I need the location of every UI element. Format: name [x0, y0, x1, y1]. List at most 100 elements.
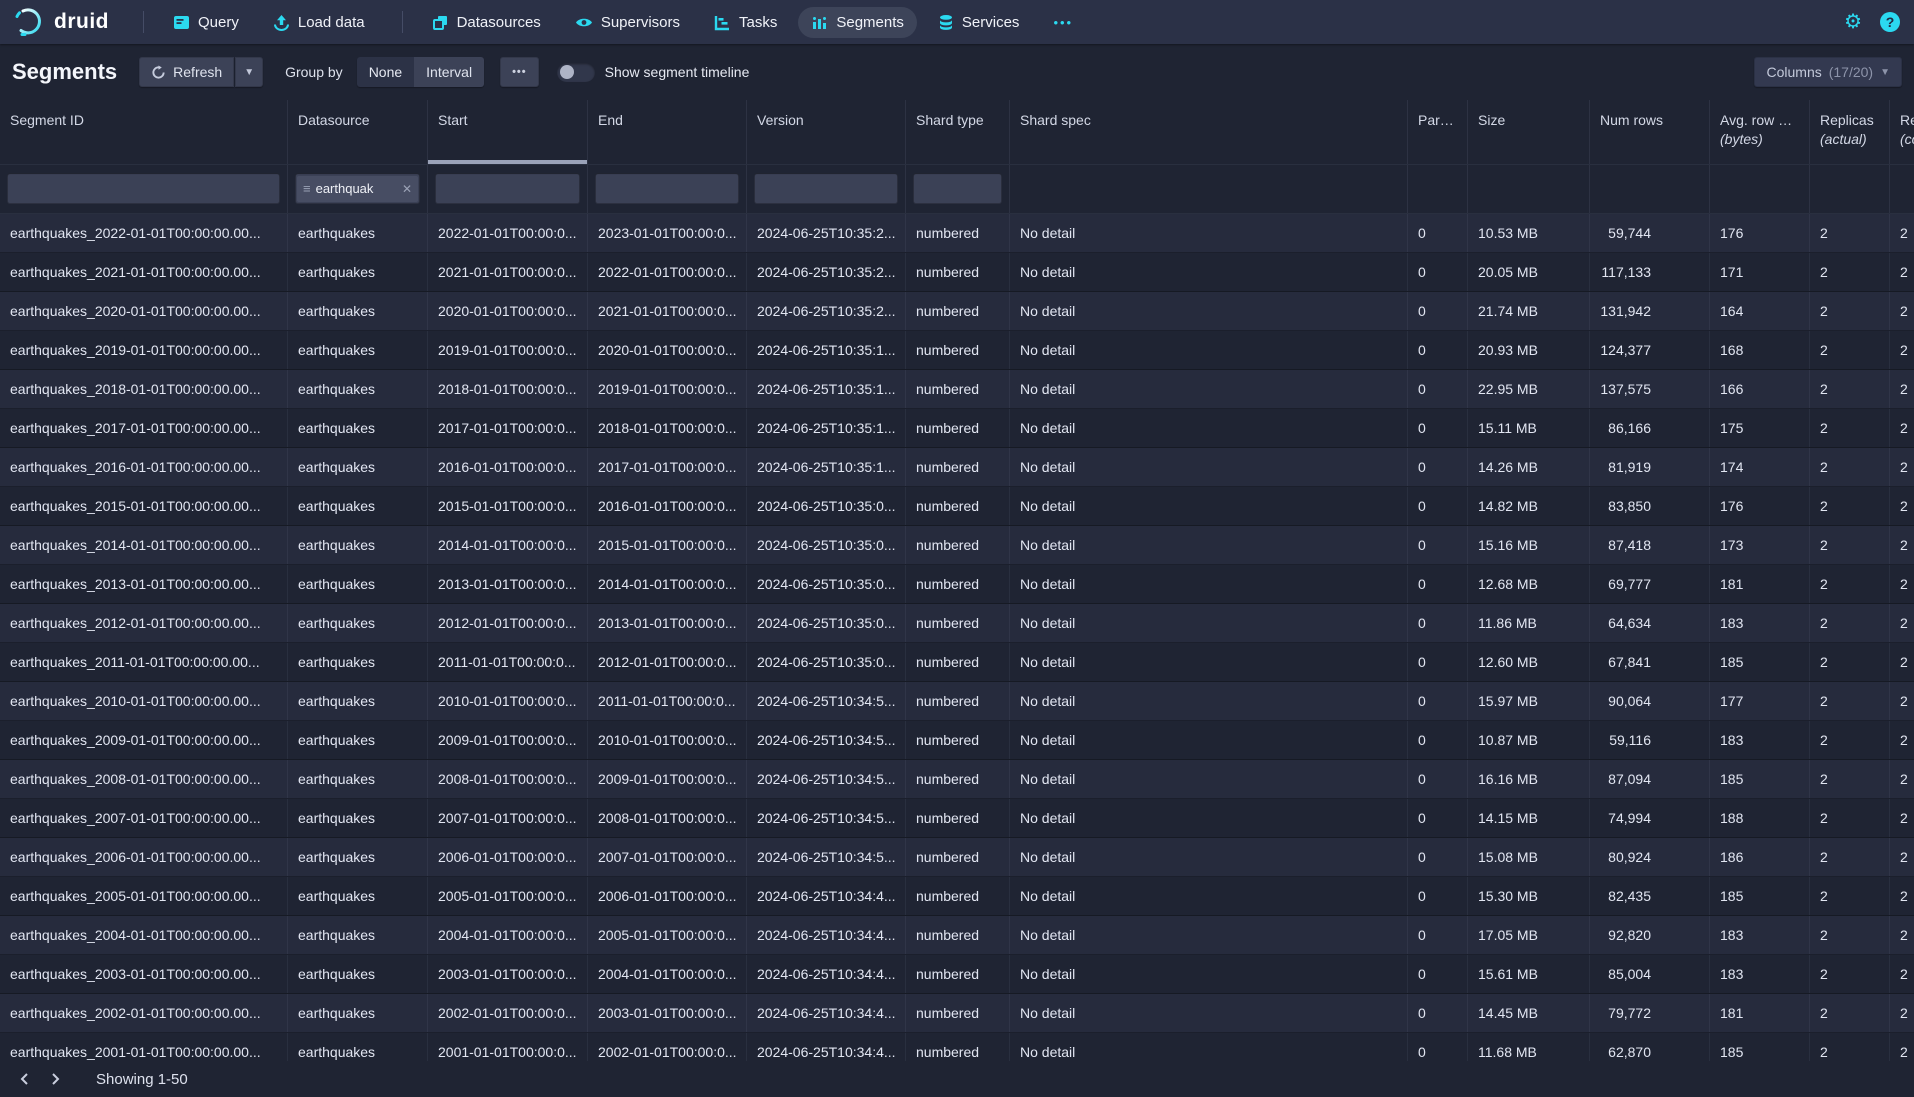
nav-item-services[interactable]: Services — [925, 7, 1033, 38]
cell-partition: 0 — [1408, 760, 1468, 798]
cell-partition: 0 — [1408, 526, 1468, 564]
filter-start-input[interactable] — [435, 173, 580, 204]
help-icon[interactable]: ? — [1880, 12, 1900, 32]
showing-count: Showing 1-50 — [96, 1071, 188, 1088]
nav-item-load-data[interactable]: Load data — [260, 7, 378, 38]
cell-datasource: earthquakes — [288, 799, 428, 837]
pagination-bar: Showing 1-50 — [0, 1061, 1914, 1097]
cell-avg-row-size: 173 — [1710, 526, 1810, 564]
more-actions-button[interactable]: ••• — [500, 57, 539, 87]
cell-replication-factor: 2 — [1890, 838, 1914, 876]
column-header-replicas[interactable]: Replicas(actual) — [1810, 100, 1890, 164]
filter-end-input[interactable] — [595, 173, 739, 204]
table-row: earthquakes_2017-01-01T00:00:00.00...ear… — [0, 409, 1914, 448]
nav-item-tasks[interactable]: Tasks — [701, 7, 790, 38]
next-page-button[interactable] — [40, 1064, 70, 1094]
cell-avg-row-size: 168 — [1710, 331, 1810, 369]
filter-segment-id-input[interactable] — [7, 173, 280, 204]
cell-datasource: earthquakes — [288, 838, 428, 876]
cell-start: 2006-01-01T00:00:0... — [428, 838, 588, 876]
cell-size: 14.26 MB — [1468, 448, 1590, 486]
nav-item-label: Tasks — [739, 14, 777, 31]
column-header-num-rows[interactable]: Num rows — [1590, 100, 1710, 164]
cell-start: 2017-01-01T00:00:0... — [428, 409, 588, 447]
cell-shard-spec: No detail — [1010, 877, 1408, 915]
column-header-shard-spec[interactable]: Shard spec — [1010, 100, 1408, 164]
group-by-none-button[interactable]: None — [357, 57, 414, 87]
cell-avg-row-size: 164 — [1710, 292, 1810, 330]
cell-replication-factor: 2 — [1890, 292, 1914, 330]
close-icon[interactable]: ✕ — [402, 182, 412, 196]
columns-button[interactable]: Columns (17/20) ▼ — [1754, 57, 1902, 87]
column-header-end[interactable]: End — [588, 100, 747, 164]
cell-start: 2011-01-01T00:00:0... — [428, 643, 588, 681]
cell-num-rows: 59,744 — [1590, 214, 1710, 252]
cell-num-rows: 83,850 — [1590, 487, 1710, 525]
cell-shard-spec: No detail — [1010, 409, 1408, 447]
cell-segment-id: earthquakes_2014-01-01T00:00:00.00... — [0, 526, 288, 564]
cell-segment-id: earthquakes_2003-01-01T00:00:00.00... — [0, 955, 288, 993]
segment-timeline-toggle[interactable] — [557, 63, 595, 82]
prev-page-button[interactable] — [10, 1064, 40, 1094]
druid-logo[interactable]: druid — [14, 7, 109, 37]
segments-toolbar: Segments Refresh ▼ Group by None Interva… — [0, 44, 1914, 100]
nav-item-query[interactable]: Query — [160, 7, 252, 38]
cell-shard-spec: No detail — [1010, 916, 1408, 954]
filter-version-input[interactable] — [754, 173, 898, 204]
table-filter-row: ≡ earthquakes ✕ — [0, 165, 1914, 214]
cell-replicas: 2 — [1810, 409, 1890, 447]
column-header-size[interactable]: Size — [1468, 100, 1590, 164]
column-header-partition[interactable]: Partition — [1408, 100, 1468, 164]
cell-partition: 0 — [1408, 292, 1468, 330]
nav-item-supervisors[interactable]: Supervisors — [562, 7, 693, 38]
filter-shard-type-input[interactable] — [913, 173, 1002, 204]
filter-datasource-input[interactable]: ≡ earthquakes ✕ — [295, 173, 420, 204]
nav-item-segments[interactable]: Segments — [798, 7, 917, 38]
column-header-segment-id[interactable]: Segment ID — [0, 100, 288, 164]
cell-size: 15.97 MB — [1468, 682, 1590, 720]
refresh-icon — [151, 65, 166, 80]
cell-start: 2004-01-01T00:00:0... — [428, 916, 588, 954]
cell-start: 2005-01-01T00:00:0... — [428, 877, 588, 915]
cell-datasource: earthquakes — [288, 877, 428, 915]
refresh-button[interactable]: Refresh — [139, 57, 234, 87]
group-by-label: Group by — [285, 64, 343, 80]
cell-partition: 0 — [1408, 253, 1468, 291]
services-icon — [938, 14, 954, 31]
gear-icon[interactable]: ⚙ — [1844, 12, 1862, 32]
column-label: Num rows — [1600, 112, 1663, 128]
cell-num-rows: 92,820 — [1590, 916, 1710, 954]
cell-size: 10.53 MB — [1468, 214, 1590, 252]
column-header-datasource[interactable]: Datasource — [288, 100, 428, 164]
nav-item-datasources[interactable]: Datasources — [419, 7, 554, 38]
cell-partition: 0 — [1408, 331, 1468, 369]
cell-replication-factor: 2 — [1890, 682, 1914, 720]
cell-shard-spec: No detail — [1010, 721, 1408, 759]
nav-item-label: Datasources — [457, 14, 541, 31]
cell-end: 2018-01-01T00:00:0... — [588, 409, 747, 447]
column-header-shard-type[interactable]: Shard type — [906, 100, 1010, 164]
cell-start: 2009-01-01T00:00:0... — [428, 721, 588, 759]
cell-replicas: 2 — [1810, 526, 1890, 564]
refresh-options-button[interactable]: ▼ — [235, 57, 263, 87]
cell-avg-row-size: 175 — [1710, 409, 1810, 447]
column-header-replication-factor[interactable]: Replication factor(configured) — [1890, 100, 1914, 164]
cell-partition: 0 — [1408, 877, 1468, 915]
column-sublabel: (actual) — [1820, 131, 1879, 147]
more-icon: ••• — [512, 66, 527, 78]
column-header-avg-row-size[interactable]: Avg. row size(bytes) — [1710, 100, 1810, 164]
refresh-label: Refresh — [173, 64, 222, 80]
column-header-start[interactable]: Start — [428, 100, 588, 164]
column-header-version[interactable]: Version — [747, 100, 906, 164]
cell-replication-factor: 2 — [1890, 916, 1914, 954]
cell-replicas: 2 — [1810, 799, 1890, 837]
cell-replication-factor: 2 — [1890, 994, 1914, 1032]
column-sublabel: (bytes) — [1720, 131, 1799, 147]
column-label: Version — [757, 112, 804, 128]
nav-more-menu[interactable]: ••• — [1040, 8, 1086, 37]
group-by-interval-button[interactable]: Interval — [414, 57, 484, 87]
cell-partition: 0 — [1408, 682, 1468, 720]
cell-datasource: earthquakes — [288, 214, 428, 252]
cell-shard-type: numbered — [906, 370, 1010, 408]
cell-start: 2010-01-01T00:00:0... — [428, 682, 588, 720]
